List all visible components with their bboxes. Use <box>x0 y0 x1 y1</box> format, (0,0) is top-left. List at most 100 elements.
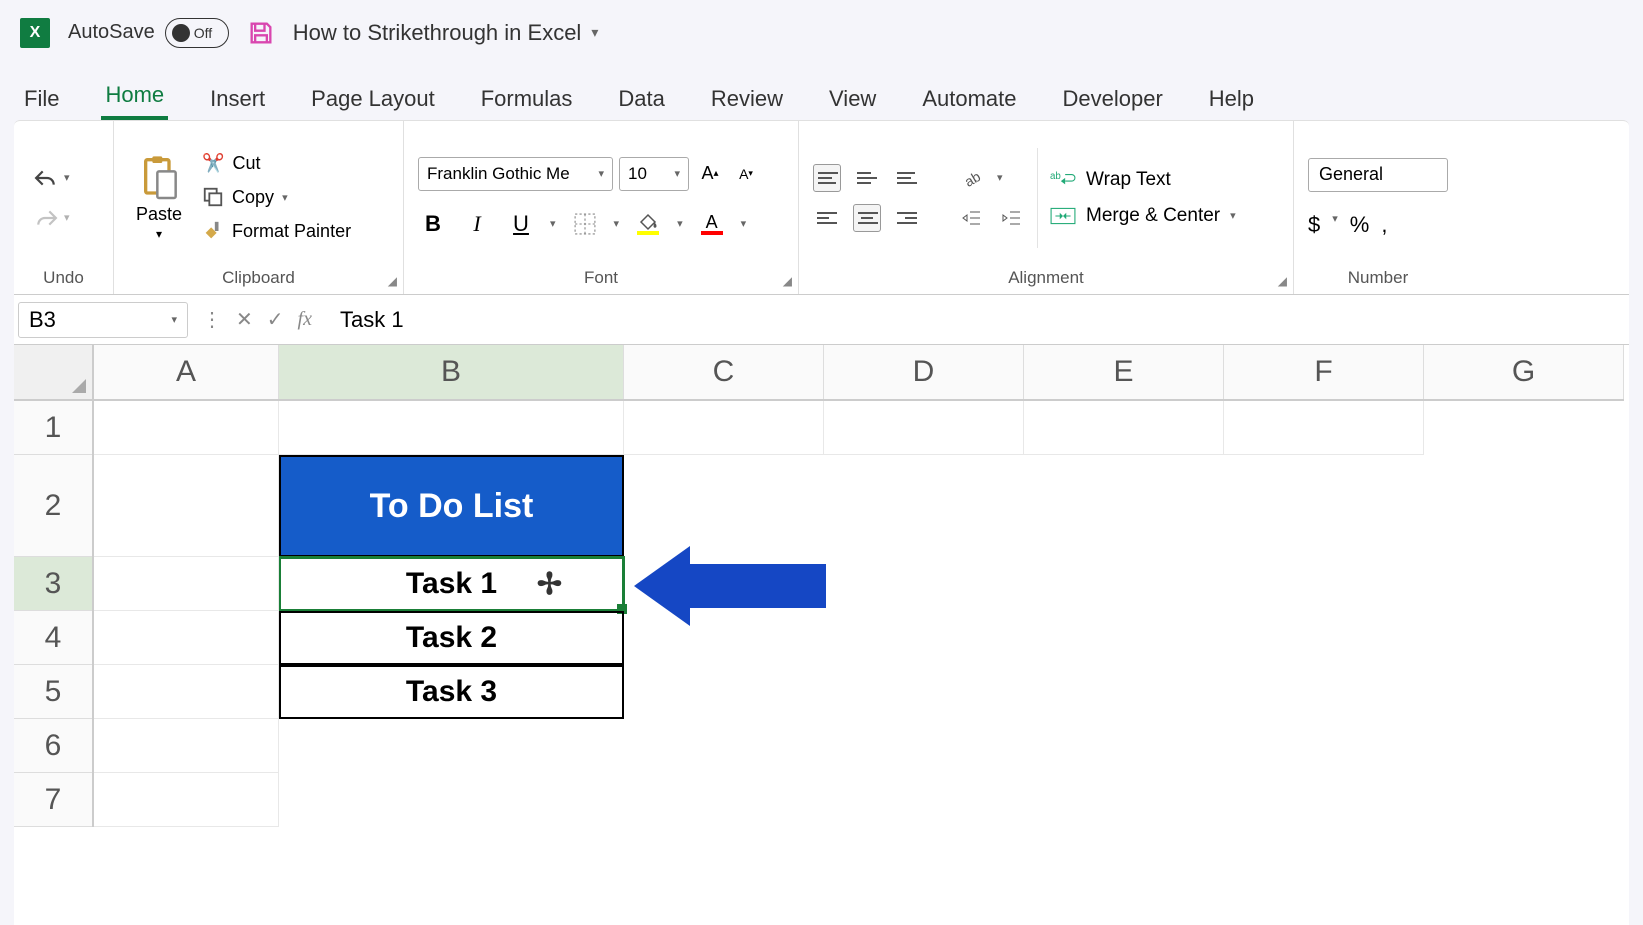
tab-insert[interactable]: Insert <box>206 78 269 120</box>
align-center-button[interactable] <box>853 204 881 232</box>
column-header-f[interactable]: F <box>1224 345 1424 399</box>
cell-a1[interactable] <box>94 401 279 455</box>
row-header-2[interactable]: 2 <box>14 455 92 557</box>
scissors-icon: ✂️ <box>202 153 224 174</box>
row-header-5[interactable]: 5 <box>14 665 92 719</box>
underline-button[interactable]: U <box>506 209 536 239</box>
cell-a5[interactable] <box>94 665 279 719</box>
cell-d1[interactable] <box>824 401 1024 455</box>
spreadsheet-grid[interactable]: A B C D E F G 1 2 3 4 5 6 7 To Do List T… <box>14 345 1629 925</box>
enter-formula-button[interactable]: ✓ <box>267 307 284 332</box>
accounting-format-button[interactable]: $ <box>1308 212 1320 238</box>
save-icon[interactable] <box>247 19 275 47</box>
tab-formulas[interactable]: Formulas <box>477 78 577 120</box>
chevron-down-icon[interactable]: ▾ <box>614 217 620 230</box>
cell-b4[interactable]: Task 2 <box>279 611 624 665</box>
alignment-launcher-icon[interactable]: ◢ <box>1278 274 1287 288</box>
tab-automate[interactable]: Automate <box>918 78 1020 120</box>
increase-indent-button[interactable] <box>997 204 1025 232</box>
align-left-button[interactable] <box>813 204 841 232</box>
borders-button[interactable] <box>570 209 600 239</box>
name-box[interactable]: B3 ▾ <box>18 302 188 338</box>
format-painter-button[interactable]: Format Painter <box>198 216 355 246</box>
name-box-value: B3 <box>29 307 56 333</box>
chevron-down-icon[interactable]: ▾ <box>550 217 556 230</box>
row-header-7[interactable]: 7 <box>14 773 92 827</box>
chevron-down-icon[interactable]: ▾ <box>677 217 683 230</box>
ribbon: ▾ ▾ Undo Paste ▾ ✂️ Cut <box>14 120 1629 295</box>
decrease-indent-button[interactable] <box>957 204 985 232</box>
tab-view[interactable]: View <box>825 78 880 120</box>
cut-button[interactable]: ✂️ Cut <box>198 149 355 178</box>
column-header-b[interactable]: B <box>279 345 624 399</box>
align-middle-button[interactable] <box>853 164 881 192</box>
orientation-button[interactable]: ab <box>957 164 985 192</box>
bold-button[interactable]: B <box>418 209 448 239</box>
merge-center-button[interactable]: Merge & Center ▾ <box>1050 205 1236 227</box>
autosave-toggle[interactable]: Off <box>165 18 229 48</box>
tab-help[interactable]: Help <box>1205 78 1258 120</box>
font-color-button[interactable]: A <box>697 209 727 239</box>
cell-b5[interactable]: Task 3 <box>279 665 624 719</box>
insert-function-button[interactable]: fx <box>298 308 312 331</box>
row-header-3[interactable]: 3 <box>14 557 92 611</box>
align-right-button[interactable] <box>893 204 921 232</box>
column-header-c[interactable]: C <box>624 345 824 399</box>
formula-options-icon[interactable]: ⋮ <box>202 307 222 332</box>
tab-page-layout[interactable]: Page Layout <box>307 78 439 120</box>
align-bottom-button[interactable] <box>893 164 921 192</box>
clipboard-launcher-icon[interactable]: ◢ <box>388 274 397 288</box>
decrease-font-button[interactable]: A▾ <box>731 157 761 191</box>
chevron-down-icon[interactable]: ▾ <box>1332 212 1338 238</box>
fill-color-button[interactable] <box>633 209 663 239</box>
tab-file[interactable]: File <box>20 78 63 120</box>
font-size-selector[interactable]: 10▾ <box>619 157 689 191</box>
cell-a2[interactable] <box>94 455 279 557</box>
wrap-text-button[interactable]: ab Wrap Text <box>1050 169 1236 191</box>
paste-button[interactable]: Paste ▾ <box>128 150 190 245</box>
cell-f1[interactable] <box>1224 401 1424 455</box>
italic-button[interactable]: I <box>462 209 492 239</box>
row-header-6[interactable]: 6 <box>14 719 92 773</box>
tab-review[interactable]: Review <box>707 78 787 120</box>
cell-a6[interactable] <box>94 719 279 773</box>
number-format-selector[interactable]: General <box>1308 158 1448 192</box>
row-header-4[interactable]: 4 <box>14 611 92 665</box>
chevron-down-icon[interactable]: ▾ <box>997 171 1003 184</box>
cell-b3[interactable]: Task 1 ✢ <box>279 557 624 611</box>
cell-e1[interactable] <box>1024 401 1224 455</box>
font-name-selector[interactable]: Franklin Gothic Me▾ <box>418 157 613 191</box>
cell-b2[interactable]: To Do List <box>279 455 624 557</box>
excel-app-icon: X <box>20 18 50 48</box>
redo-button[interactable]: ▾ <box>28 203 74 233</box>
column-header-g[interactable]: G <box>1424 345 1624 399</box>
document-title-button[interactable]: How to Strikethrough in Excel ▾ <box>293 20 599 46</box>
tab-data[interactable]: Data <box>614 78 668 120</box>
percent-format-button[interactable]: % <box>1350 212 1370 238</box>
comma-format-button[interactable]: , <box>1381 212 1387 238</box>
autosave-control[interactable]: AutoSave Off <box>68 18 229 48</box>
column-header-d[interactable]: D <box>824 345 1024 399</box>
copy-button[interactable]: Copy ▾ <box>198 182 355 212</box>
cell-b1[interactable] <box>279 401 624 455</box>
formula-input[interactable]: Task 1 <box>326 307 1629 333</box>
chevron-down-icon[interactable]: ▾ <box>741 217 747 230</box>
row-header-1[interactable]: 1 <box>14 401 92 455</box>
font-launcher-icon[interactable]: ◢ <box>783 274 792 288</box>
select-all-corner[interactable] <box>14 345 94 401</box>
cell-a7[interactable] <box>94 773 279 827</box>
cell-a4[interactable] <box>94 611 279 665</box>
undo-button[interactable]: ▾ <box>28 163 74 193</box>
column-header-a[interactable]: A <box>94 345 279 399</box>
column-header-e[interactable]: E <box>1024 345 1224 399</box>
increase-font-button[interactable]: A▴ <box>695 157 725 191</box>
tab-home[interactable]: Home <box>101 74 168 120</box>
cell-c1[interactable] <box>624 401 824 455</box>
cell-a3[interactable] <box>94 557 279 611</box>
group-label-clipboard: Clipboard <box>128 266 389 290</box>
tab-developer[interactable]: Developer <box>1059 78 1167 120</box>
copy-icon <box>202 186 224 208</box>
ribbon-tabs: File Home Insert Page Layout Formulas Da… <box>0 65 1643 120</box>
cancel-formula-button[interactable]: ✕ <box>236 307 253 332</box>
align-top-button[interactable] <box>813 164 841 192</box>
